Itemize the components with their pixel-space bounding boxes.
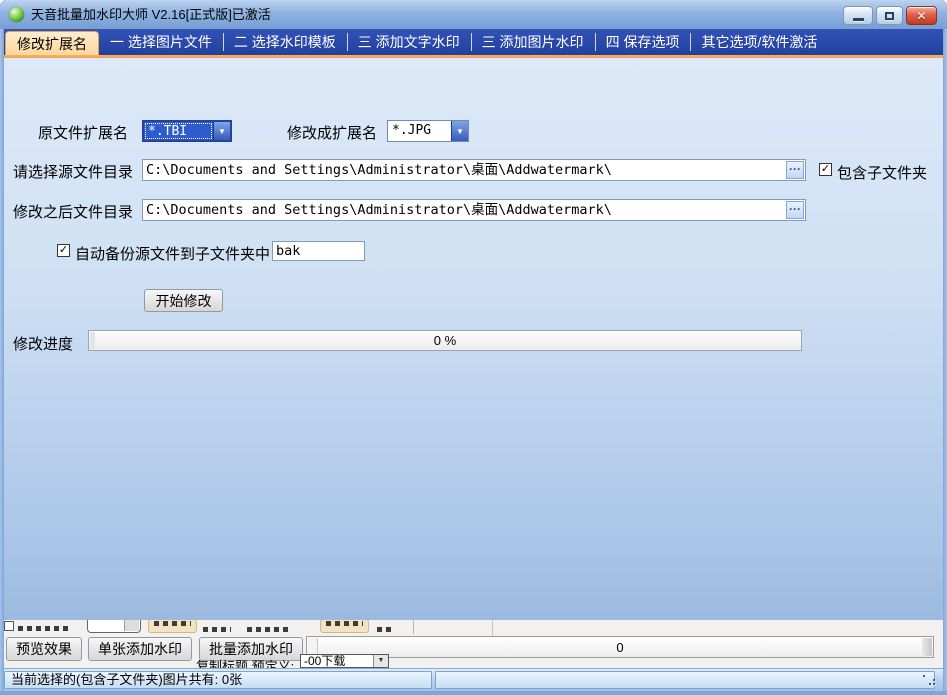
batch-progress-bar: 0 xyxy=(306,636,934,658)
close-icon: ✕ xyxy=(916,10,926,22)
maximize-button[interactable] xyxy=(876,6,903,25)
clipped-text-fragment xyxy=(154,621,191,626)
divider xyxy=(492,620,493,636)
status-count-pane: 当前选择的(包含子文件夹)图片共有: 0张 xyxy=(4,671,432,689)
chevron-down-icon[interactable]: ▼ xyxy=(213,122,230,140)
app-window: 天音批量加水印大师 V2.16[正式版]已激活 ✕ 修改扩展名 一 选择图片文件… xyxy=(0,0,947,695)
preview-effect-button[interactable]: 预览效果 xyxy=(6,637,82,661)
window-border-right xyxy=(943,29,947,695)
check-icon: ✓ xyxy=(59,245,68,256)
auto-backup-label[interactable]: 自动备份源文件到子文件夹中 xyxy=(75,243,270,264)
tab-other-options-activation[interactable]: 其它选项/软件激活 xyxy=(690,29,828,55)
rename-extension-page: 原文件扩展名 *.TBI ▼ 修改成扩展名 *.JPG ▼ 请选择源文件目录 C… xyxy=(4,58,943,620)
backup-folder-input[interactable]: bak xyxy=(272,241,365,261)
chevron-down-icon: ▼ xyxy=(373,655,388,667)
target-extension-value: *.JPG xyxy=(388,121,451,141)
window-border-bottom xyxy=(0,691,947,695)
bottom-toolbar-panel: 预览效果 单张添加水印 批量添加水印 0 复制标题 预定义: -00下载 ▼ xyxy=(4,620,943,668)
destination-directory-label: 修改之后文件目录 xyxy=(13,201,133,222)
auto-backup-checkbox[interactable]: ✓ xyxy=(57,244,70,257)
browse-destination-button[interactable]: ··· xyxy=(786,201,804,219)
close-button[interactable]: ✕ xyxy=(906,6,937,25)
status-count-text: 当前选择的(包含子文件夹)图片共有: 0张 xyxy=(11,672,242,687)
title-bar: 天音批量加水印大师 V2.16[正式版]已激活 ✕ xyxy=(0,0,947,29)
tab-select-images[interactable]: 一 选择图片文件 xyxy=(99,29,223,55)
progress-label: 修改进度 xyxy=(13,333,73,354)
clipped-text-fragment xyxy=(247,627,289,632)
start-rename-button[interactable]: 开始修改 xyxy=(144,289,223,312)
minimize-icon xyxy=(853,18,864,21)
destination-directory-input[interactable]: C:\Documents and Settings\Administrator\… xyxy=(142,199,806,221)
single-watermark-button[interactable]: 单张添加水印 xyxy=(88,637,192,661)
maximize-icon xyxy=(885,12,894,20)
browse-source-button[interactable]: ··· xyxy=(786,161,804,179)
window-title: 天音批量加水印大师 V2.16[正式版]已激活 xyxy=(31,0,271,29)
tab-bar: 修改扩展名 一 选择图片文件 二 选择水印模板 三 添加文字水印 三 添加图片水… xyxy=(4,29,943,55)
resize-grip-icon[interactable] xyxy=(923,675,939,689)
include-subfolders-label[interactable]: 包含子文件夹 xyxy=(837,162,927,183)
clipped-wheat-button[interactable] xyxy=(320,620,369,633)
status-empty-pane xyxy=(435,671,935,689)
preset-value: -00下载 xyxy=(304,654,345,668)
preset-combo[interactable]: -00下载 ▼ xyxy=(300,654,389,668)
backup-folder-value: bak xyxy=(273,242,342,260)
rename-progress-bar: 0 % xyxy=(88,330,802,351)
divider xyxy=(413,620,414,634)
source-extension-label: 原文件扩展名 xyxy=(38,122,128,143)
source-directory-value: C:\Documents and Settings\Administrator\… xyxy=(143,160,783,180)
clipped-wheat-button[interactable] xyxy=(148,620,197,633)
destination-directory-value: C:\Documents and Settings\Administrator\… xyxy=(143,200,783,220)
source-directory-input[interactable]: C:\Documents and Settings\Administrator\… xyxy=(142,159,806,181)
tab-select-watermark-template[interactable]: 二 选择水印模板 xyxy=(223,29,347,55)
check-icon: ✓ xyxy=(821,164,830,175)
clipped-checkbox[interactable] xyxy=(4,621,14,631)
batch-progress-value: 0 xyxy=(616,640,623,655)
source-extension-combo[interactable]: *.TBI ▼ xyxy=(142,120,232,142)
status-bar: 当前选择的(包含子文件夹)图片共有: 0张 xyxy=(4,668,943,691)
progress-percent-text: 0 % xyxy=(434,333,456,348)
clipped-text-fragment xyxy=(18,626,72,631)
chevron-down-icon xyxy=(124,620,139,631)
tab-save-options[interactable]: 四 保存选项 xyxy=(595,29,691,55)
tab-add-text-watermark[interactable]: 三 添加文字水印 xyxy=(347,29,471,55)
target-extension-combo[interactable]: *.JPG ▼ xyxy=(387,120,469,142)
tab-add-image-watermark[interactable]: 三 添加图片水印 xyxy=(471,29,595,55)
chevron-down-icon[interactable]: ▼ xyxy=(451,121,468,141)
clipped-text-fragment xyxy=(326,621,363,626)
target-extension-label: 修改成扩展名 xyxy=(287,122,377,143)
minimize-button[interactable] xyxy=(843,6,873,25)
tab-rename-extension[interactable]: 修改扩展名 xyxy=(5,31,99,55)
app-icon xyxy=(9,7,24,22)
copy-title-label: 复制标题 预定义: xyxy=(196,656,294,668)
clipped-text-fragment xyxy=(203,627,231,632)
source-directory-label: 请选择源文件目录 xyxy=(13,161,133,182)
clipped-text-fragment xyxy=(377,627,393,632)
source-extension-value: *.TBI xyxy=(144,122,213,140)
include-subfolders-checkbox[interactable]: ✓ xyxy=(819,163,832,176)
clipped-combo[interactable] xyxy=(87,620,141,633)
